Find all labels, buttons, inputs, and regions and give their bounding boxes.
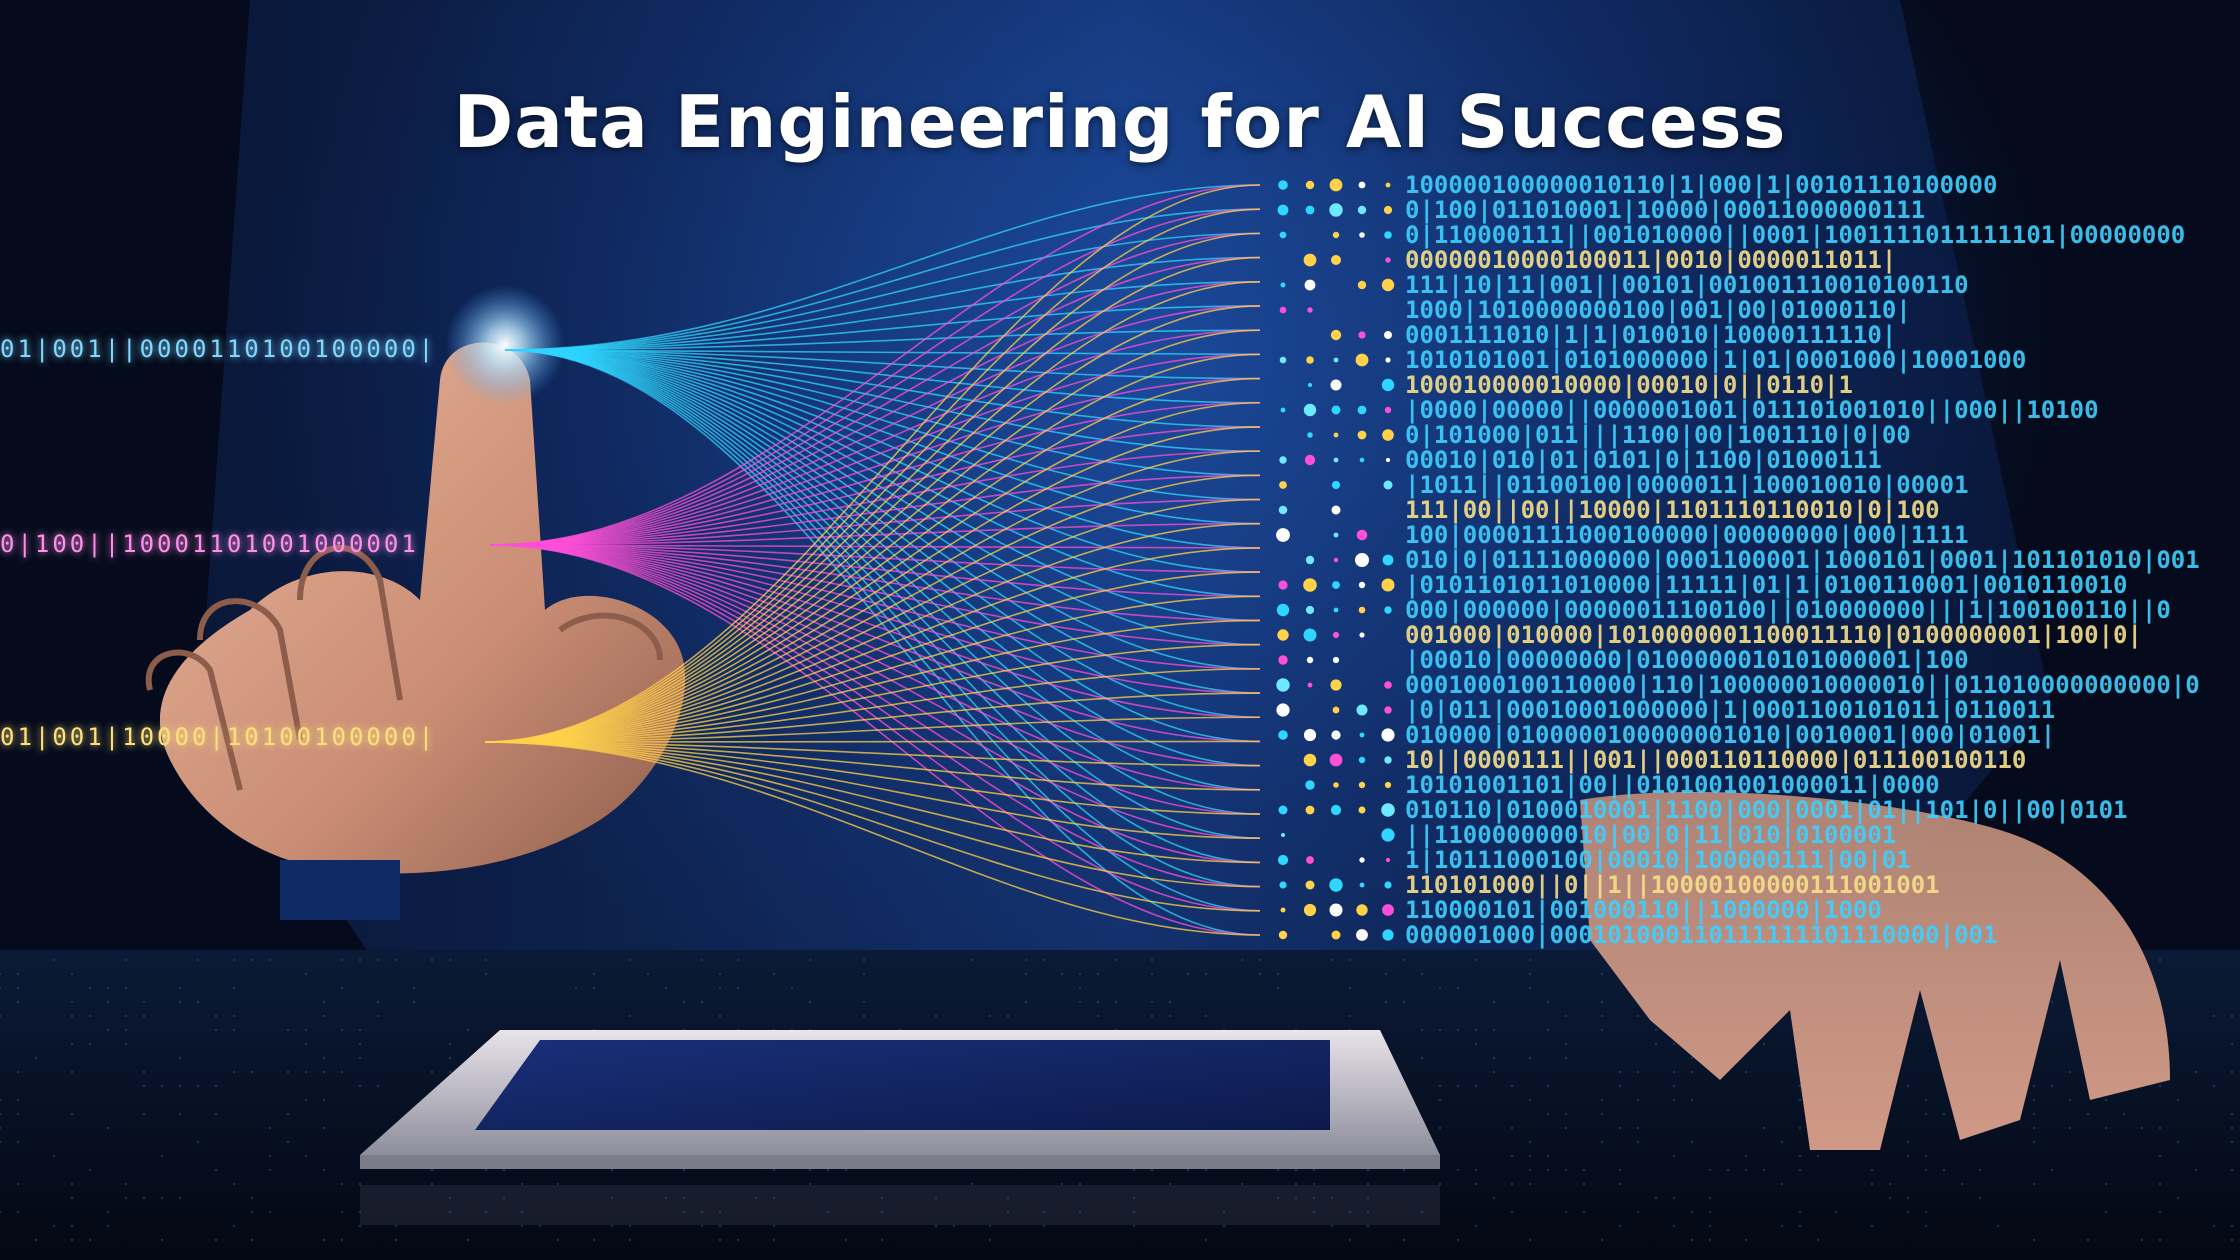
svg-text:10||0000111||001||000110110000: 10||0000111||001||000110110000|011100100…	[1405, 746, 2026, 774]
svg-text:010000|0100000100000001010|001: 010000|0100000100000001010|0010001|000|0…	[1405, 721, 2055, 749]
svg-text:|0000|00000||0000001001|011101: |0000|00000||0000001001|011101001010||00…	[1405, 396, 2099, 424]
binary-stream-3: 01|001|10000|10100100000|	[0, 723, 437, 751]
svg-text:110101000||0||1||1000010000011: 110101000||0||1||10000100000111001001	[1405, 871, 1940, 899]
svg-text:0001000100110000|110|100000010: 0001000100110000|110|100000010000010||01…	[1405, 671, 2200, 699]
binary-code-wall: 100000100000010110|1|000|1|0010111010000…	[1405, 171, 2200, 949]
svg-text:0|100|011010001|10000|00011000: 0|100|011010001|10000|00011000000111	[1405, 196, 1925, 224]
svg-text:00000010000100011|0010|0000011: 00000010000100011|0010|0000011011|	[1405, 246, 1896, 274]
binary-stream-2: 0|100||10001101001000001	[0, 530, 419, 558]
fingertip-glow	[445, 285, 565, 405]
svg-text:000001000|00010100011011111110: 000001000|000101000110111111101110000|00…	[1405, 921, 1997, 949]
svg-text:1|10111000100|00010|100000111|: 1|10111000100|00010|100000111|00|01	[1405, 846, 1911, 874]
svg-text:||110000000010|00|0|11|010|010: ||110000000010|00|0|11|010|0100001	[1405, 821, 1896, 849]
svg-text:111|00||00||10000|110111011001: 111|00||00||10000|1101110110010|0|100	[1405, 496, 1940, 524]
svg-text:1010101001|0101000000|1|01|000: 1010101001|0101000000|1|01|0001000|10001…	[1405, 346, 2026, 374]
svg-text:100|00001111000100000|00000000: 100|00001111000100000|00000000|000|1111	[1405, 521, 1969, 549]
svg-text:1000|1010000000100|001|00|0100: 1000|1010000000100|001|00|01000110|	[1405, 296, 1911, 324]
svg-text:|1011||01100100|0000011|100010: |1011||01100100|0000011|100010010|00001	[1405, 471, 1969, 499]
svg-text:000|000000|00000011100100||010: 000|000000|00000011100100||010000000|||1…	[1405, 596, 2171, 624]
svg-text:|00010|00000000|01000000101010: |00010|00000000|0100000010101000001|100	[1405, 646, 1969, 674]
scene: 100000100000010110|1|000|1|0010111010000…	[0, 0, 2240, 1260]
svg-text:110000101|001000110||1000000|1: 110000101|001000110||1000000|1000	[1405, 896, 1882, 924]
page-title: Data Engineering for AI Success	[453, 80, 1787, 164]
svg-text:00010|010|01|0101|0|1100|01000: 00010|010|01|0101|0|1100|01000111	[1405, 446, 1882, 474]
svg-text:0|110000111||001010000||0001|1: 0|110000111||001010000||0001|10011110111…	[1405, 221, 2185, 249]
binary-stream-1: 01|001||0000110100100000|	[0, 335, 437, 363]
svg-text:010110|0100010001|1100|000|000: 010110|0100010001|1100|000|0001|01||101|…	[1405, 796, 2127, 824]
svg-text:010|0|01111000000|0001100001|1: 010|0|01111000000|0001100001|1000101|000…	[1405, 546, 2200, 574]
svg-text:100010000010000|00010|0||0110|: 100010000010000|00010|0||0110|1	[1405, 371, 1853, 399]
svg-text:0|101000|011|||1100|00|1001110: 0|101000|011|||1100|00|1001110|0|00	[1405, 421, 1911, 449]
svg-text:100000100000010110|1|000|1|001: 100000100000010110|1|000|1|0010111010000…	[1405, 171, 1997, 199]
tablet	[360, 1030, 1440, 1225]
svg-text:001000|010000|1010000001100011: 001000|010000|1010000001100011110|010000…	[1405, 621, 2142, 649]
svg-text:|0101101011010000|11111|01|1|0: |0101101011010000|11111|01|1|0100110001|…	[1405, 571, 2127, 599]
svg-text:0001111010|1|1|010010|10000111: 0001111010|1|1|010010|10000111110|	[1405, 321, 1896, 349]
scene-illustration: 100000100000010110|1|000|1|0010111010000…	[0, 0, 2240, 1260]
svg-text:|0|011|00010001000000|1|000110: |0|011|00010001000000|1|0001100101011|01…	[1405, 696, 2055, 724]
svg-text:111|10|11|001||00101|001001110: 111|10|11|001||00101|001001110010100110	[1405, 271, 1969, 299]
svg-text:10101001101|00||01010010010000: 10101001101|00||0101001001000011|0000	[1405, 771, 1940, 799]
